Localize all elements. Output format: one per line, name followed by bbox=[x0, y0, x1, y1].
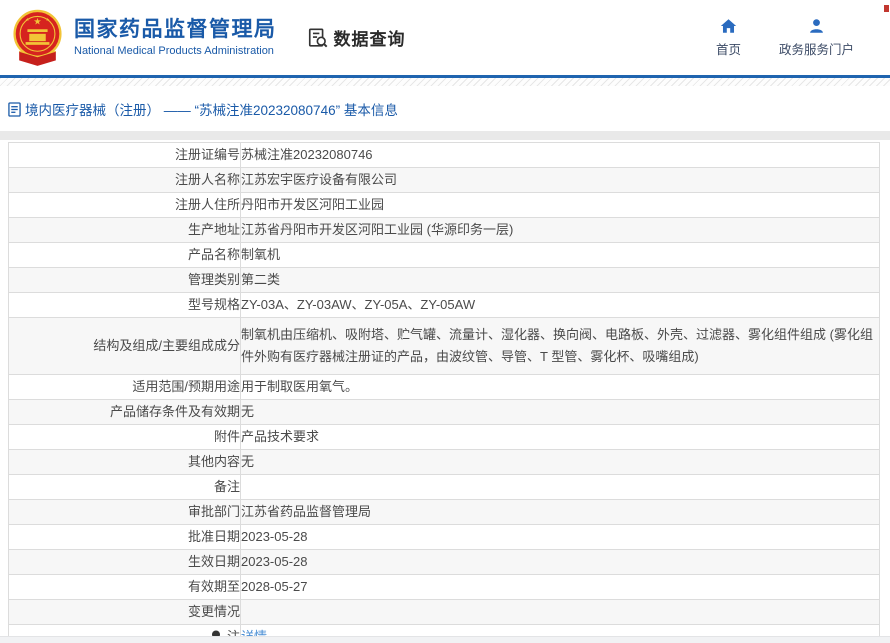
row-value-cell bbox=[241, 600, 880, 625]
section-separator bbox=[0, 131, 890, 140]
table-row: 变更情况 bbox=[9, 600, 880, 625]
table-row: 产品名称 制氧机 bbox=[9, 243, 880, 268]
row-label-cell: 产品名称 bbox=[9, 243, 241, 268]
row-label-cell: 注册人名称 bbox=[9, 168, 241, 193]
svg-text:★: ★ bbox=[46, 17, 50, 22]
table-row: 生产地址 江苏省丹阳市开发区河阳工业园 (华源印务一层) bbox=[9, 218, 880, 243]
row-label-cell: 其他内容 bbox=[9, 450, 241, 475]
row-label-cell: 注册证编号 bbox=[9, 143, 241, 168]
row-label-cell: 适用范围/预期用途 bbox=[9, 375, 241, 400]
row-value-cell: 产品技术要求 bbox=[241, 425, 880, 450]
row-value-cell bbox=[241, 475, 880, 500]
row-label-cell: 型号规格 bbox=[9, 293, 241, 318]
table-row: 备注 bbox=[9, 475, 880, 500]
row-label-cell: 备注 bbox=[9, 475, 241, 500]
org-title-block: 国家药品监督管理局 National Medical Products Admi… bbox=[74, 18, 277, 57]
breadcrumb: 境内医疗器械（注册） —— “苏械注准20232080746” 基本信息 bbox=[0, 86, 890, 131]
row-value-cell: 制氧机 bbox=[241, 243, 880, 268]
row-label-cell: 有效期至 bbox=[9, 575, 241, 600]
document-icon bbox=[8, 102, 21, 117]
row-label-cell: 变更情况 bbox=[9, 600, 241, 625]
page-title: 境内医疗器械（注册） —— “苏械注准20232080746” 基本信息 bbox=[25, 99, 398, 119]
nav-home-label: 首页 bbox=[716, 39, 741, 58]
row-label-cell: 审批部门 bbox=[9, 500, 241, 525]
row-label-cell: 附件 bbox=[9, 425, 241, 450]
row-label-cell: 生效日期 bbox=[9, 550, 241, 575]
table-row: 其他内容 无 bbox=[9, 450, 880, 475]
person-icon bbox=[808, 18, 825, 34]
table-row: 注册证编号 苏械注准20232080746 bbox=[9, 143, 880, 168]
row-value-cell: 用于制取医用氧气。 bbox=[241, 375, 880, 400]
table-row: 附件 产品技术要求 bbox=[9, 425, 880, 450]
row-value-cell: 2028-05-27 bbox=[241, 575, 880, 600]
table-row: 管理类别 第二类 bbox=[9, 268, 880, 293]
nav-home[interactable]: 首页 bbox=[716, 18, 741, 58]
table-row: 生效日期 2023-05-28 bbox=[9, 550, 880, 575]
data-query-label: 数据查询 bbox=[334, 25, 406, 50]
hatch-pattern-band bbox=[0, 78, 890, 86]
row-label-cell: 产品储存条件及有效期 bbox=[9, 400, 241, 425]
svg-text:★: ★ bbox=[25, 17, 29, 22]
table-row: 注册人住所 丹阳市开发区河阳工业园 bbox=[9, 193, 880, 218]
table-row: 结构及组成/主要组成成分 制氧机由压缩机、吸附塔、贮气罐、流量计、湿化器、换向阀… bbox=[9, 318, 880, 375]
table-row: 批准日期 2023-05-28 bbox=[9, 525, 880, 550]
row-value-cell: 无 bbox=[241, 450, 880, 475]
registration-info-table: 注册证编号 苏械注准20232080746 注册人名称 江苏宏宇医疗设备有限公司… bbox=[8, 142, 880, 643]
nav-gov-portal[interactable]: 政务服务门户 bbox=[779, 18, 854, 58]
national-emblem-logo: ★ ★ ★ bbox=[10, 9, 65, 66]
table-row: 型号规格 ZY-03A、ZY-03AW、ZY-05A、ZY-05AW bbox=[9, 293, 880, 318]
row-value-cell: 江苏省药品监督管理局 bbox=[241, 500, 880, 525]
row-value-cell: ZY-03A、ZY-03AW、ZY-05A、ZY-05AW bbox=[241, 293, 880, 318]
svg-text:★: ★ bbox=[33, 17, 41, 27]
org-name-cn: 国家药品监督管理局 bbox=[74, 18, 277, 42]
row-value-cell: 江苏宏宇医疗设备有限公司 bbox=[241, 168, 880, 193]
site-header: ★ ★ ★ 国家药品监督管理局 National Medical Product… bbox=[0, 0, 890, 75]
row-value-cell: 2023-05-28 bbox=[241, 550, 880, 575]
row-label-cell: 生产地址 bbox=[9, 218, 241, 243]
table-row: 审批部门 江苏省药品监督管理局 bbox=[9, 500, 880, 525]
nav-gov-portal-label: 政务服务门户 bbox=[779, 39, 854, 58]
home-icon bbox=[720, 18, 737, 34]
row-value-cell: 丹阳市开发区河阳工业园 bbox=[241, 193, 880, 218]
row-label-cell: 批准日期 bbox=[9, 525, 241, 550]
row-label-cell: 注册人住所 bbox=[9, 193, 241, 218]
org-name-en: National Medical Products Administration bbox=[74, 45, 277, 57]
row-value-cell: 制氧机由压缩机、吸附塔、贮气罐、流量计、湿化器、换向阀、电路板、外壳、过滤器、雾… bbox=[241, 318, 880, 375]
data-query-tab[interactable]: 数据查询 bbox=[307, 25, 406, 50]
row-value-cell: 第二类 bbox=[241, 268, 880, 293]
row-value-cell: 无 bbox=[241, 400, 880, 425]
footer-strip bbox=[0, 636, 890, 643]
row-value-cell: 苏械注准20232080746 bbox=[241, 143, 880, 168]
header-nav: 首页 政务服务门户 bbox=[716, 18, 854, 58]
registration-info-table-wrap: 注册证编号 苏械注准20232080746 注册人名称 江苏宏宇医疗设备有限公司… bbox=[0, 140, 890, 643]
table-row: 适用范围/预期用途 用于制取医用氧气。 bbox=[9, 375, 880, 400]
document-search-icon bbox=[307, 27, 329, 49]
table-row: 产品储存条件及有效期 无 bbox=[9, 400, 880, 425]
table-row: 注册人名称 江苏宏宇医疗设备有限公司 bbox=[9, 168, 880, 193]
row-value-cell: 2023-05-28 bbox=[241, 525, 880, 550]
table-row: 有效期至 2028-05-27 bbox=[9, 575, 880, 600]
row-label-cell: 结构及组成/主要组成成分 bbox=[9, 318, 241, 375]
scrollbar-marker bbox=[884, 5, 889, 12]
row-label-cell: 管理类别 bbox=[9, 268, 241, 293]
row-value-cell: 江苏省丹阳市开发区河阳工业园 (华源印务一层) bbox=[241, 218, 880, 243]
